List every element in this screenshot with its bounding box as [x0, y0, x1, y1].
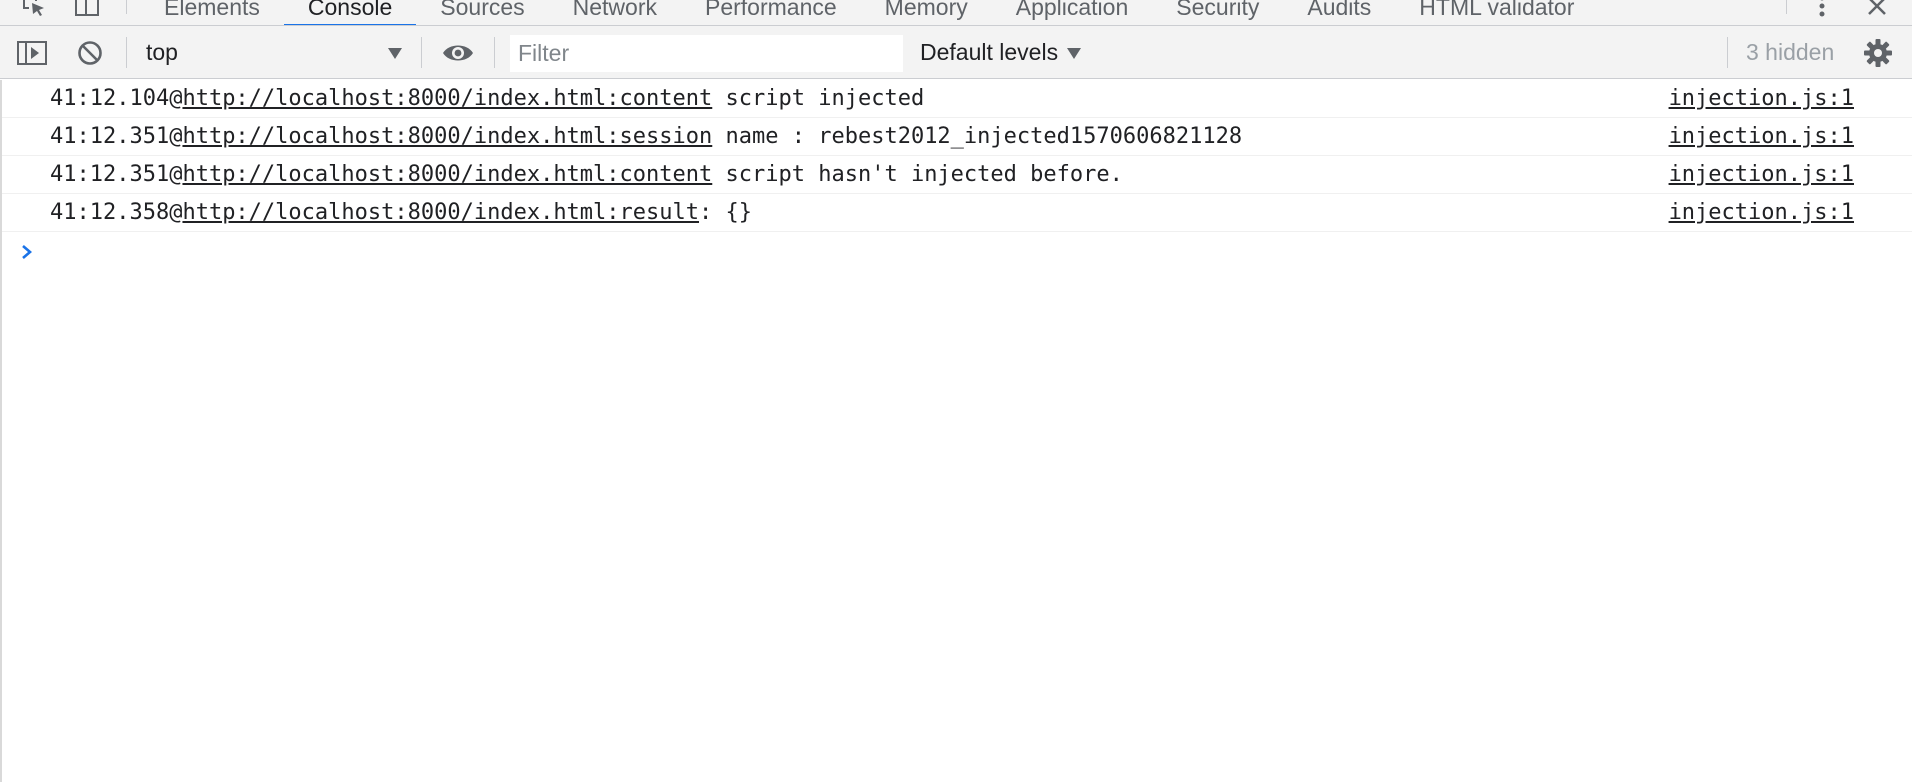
message-source-link[interactable]: injection.js:1	[1669, 156, 1854, 194]
devtools-tab-bar: Elements Console Sources Network Perform…	[0, 0, 1912, 26]
tab-memory[interactable]: Memory	[861, 0, 992, 25]
tab-sources[interactable]: Sources	[416, 0, 548, 25]
panel-tabs: Elements Console Sources Network Perform…	[140, 0, 1598, 25]
message-body: script hasn't injected before.	[712, 162, 1123, 187]
message-timestamp: 41:12.104@	[50, 86, 183, 111]
message-text: 41:12.104@http://localhost:8000/index.ht…	[50, 80, 924, 118]
tab-application[interactable]: Application	[992, 0, 1153, 25]
message-timestamp: 41:12.351@	[50, 162, 183, 187]
message-body: script injected	[712, 86, 925, 111]
inspect-element-icon[interactable]	[20, 0, 48, 20]
tab-network[interactable]: Network	[549, 0, 681, 25]
settings-gear-icon[interactable]	[1860, 36, 1896, 70]
close-icon[interactable]	[1863, 0, 1891, 20]
tab-security[interactable]: Security	[1152, 0, 1283, 25]
tab-audits[interactable]: Audits	[1283, 0, 1395, 25]
sidebar-toggle-icon[interactable]	[14, 36, 50, 70]
log-levels-label: Default levels	[920, 39, 1059, 65]
tab-html-validator[interactable]: HTML validator	[1395, 0, 1598, 25]
message-source-link[interactable]: injection.js:1	[1669, 80, 1854, 118]
message-text: 41:12.351@http://localhost:8000/index.ht…	[50, 156, 1123, 194]
chevron-down-icon	[1067, 48, 1082, 59]
log-levels-dropdown[interactable]: Default levels	[920, 37, 1082, 68]
console-message: 41:12.358@http://localhost:8000/index.ht…	[2, 194, 1912, 232]
execution-context-select[interactable]: top	[134, 37, 412, 68]
device-toolbar-icon[interactable]	[73, 0, 101, 20]
console-output[interactable]: 41:12.104@http://localhost:8000/index.ht…	[0, 80, 1912, 782]
hidden-messages-count[interactable]: 3 hidden	[1746, 37, 1834, 68]
console-message: 41:12.351@http://localhost:8000/index.ht…	[2, 156, 1912, 194]
message-body: : {}	[699, 200, 752, 225]
console-message: 41:12.351@http://localhost:8000/index.ht…	[2, 118, 1912, 156]
kebab-menu-icon[interactable]	[1808, 0, 1836, 20]
tab-performance[interactable]: Performance	[681, 0, 861, 25]
message-timestamp: 41:12.351@	[50, 124, 183, 149]
console-prompt[interactable]	[2, 232, 1912, 272]
execution-context-value: top	[146, 39, 178, 65]
filter-input[interactable]	[510, 35, 903, 72]
message-url-link[interactable]: http://localhost:8000/index.html:content	[182, 86, 712, 111]
clear-console-icon[interactable]	[72, 36, 108, 70]
message-url-link[interactable]: http://localhost:8000/index.html:session	[182, 124, 712, 149]
prompt-chevron-icon	[20, 243, 34, 266]
console-toolbar: top Default levels 3 hidden	[0, 26, 1912, 79]
message-body: name : rebest2012_injected1570606821128	[712, 124, 1243, 149]
message-source-link[interactable]: injection.js:1	[1669, 194, 1854, 232]
eye-icon[interactable]	[440, 36, 476, 70]
tab-elements[interactable]: Elements	[140, 0, 284, 25]
message-timestamp: 41:12.358@	[50, 200, 183, 225]
tab-console[interactable]: Console	[283, 0, 417, 25]
message-source-link[interactable]: injection.js:1	[1669, 118, 1854, 156]
message-url-link[interactable]: http://localhost:8000/index.html:content	[182, 162, 712, 187]
chevron-down-icon	[388, 48, 402, 59]
console-message: 41:12.104@http://localhost:8000/index.ht…	[2, 80, 1912, 118]
message-text: 41:12.351@http://localhost:8000/index.ht…	[50, 118, 1242, 156]
message-text: 41:12.358@http://localhost:8000/index.ht…	[50, 194, 752, 232]
message-url-link[interactable]: http://localhost:8000/index.html:result	[182, 200, 699, 225]
